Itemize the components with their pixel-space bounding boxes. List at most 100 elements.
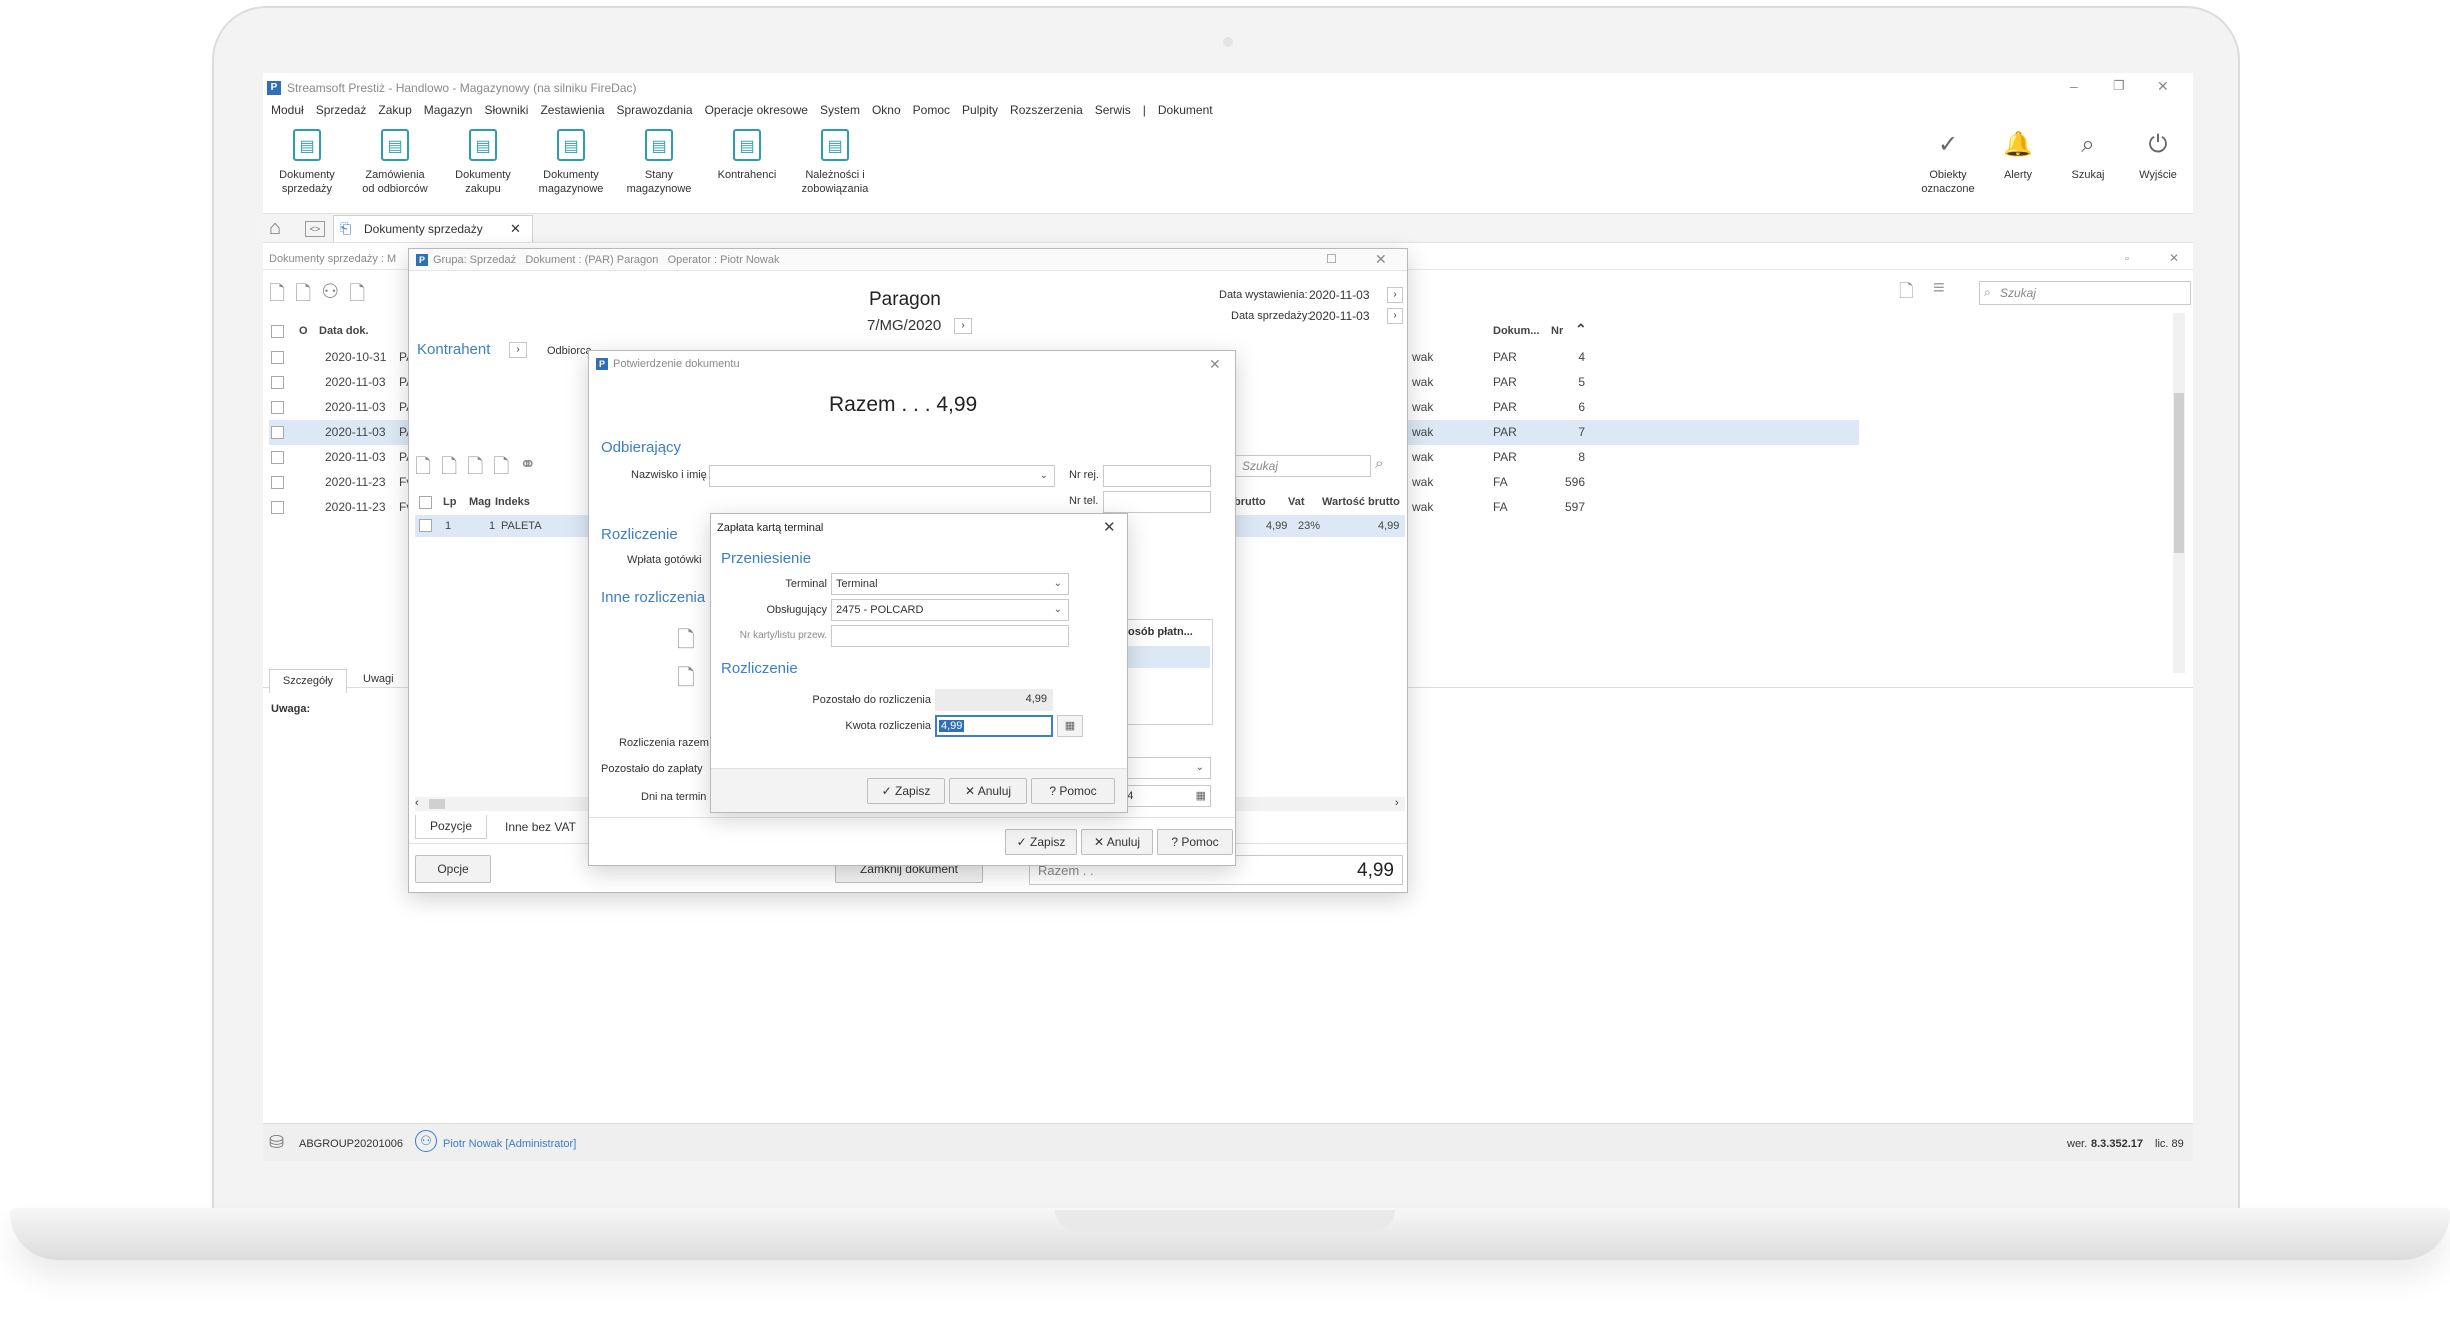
list-restore-icon[interactable]: ▫ [2125,253,2129,265]
list-close-icon[interactable]: ✕ [2169,251,2179,265]
ribbon-button[interactable]: ▤ Dokumenty sprzedaży [263,125,351,211]
nazwisko-select[interactable]: ⌄ [709,465,1055,487]
menu-item[interactable]: Zakup [378,103,411,117]
menu-item[interactable]: Operacje okresowe [705,103,808,117]
ribbon-button[interactable]: ⌕ Szukaj [2053,125,2123,211]
add-item-icon[interactable]: 🗋 [441,452,457,486]
sale-date-button[interactable]: › [1387,308,1403,324]
sort-up-icon[interactable]: ⌃ [1575,321,1587,338]
list-search-input[interactable]: ⌕ Szukaj [1979,281,2191,305]
col-o[interactable]: O [299,325,308,337]
menu-item[interactable]: Magazyn [424,103,473,117]
menu-item[interactable]: Serwis [1095,103,1131,117]
home-icon[interactable]: ⌂ [269,217,281,240]
handshake-icon[interactable]: ⚇ [321,279,339,313]
terminal-close-icon[interactable]: ✕ [1103,518,1116,536]
ribbon-button[interactable]: 🔔 Alerty [1983,125,2053,211]
row-checkbox[interactable] [271,476,284,489]
add-settlement-icon[interactable]: 🗋 [677,623,695,661]
confirm-cancel-button[interactable]: ✕ Anuluj [1081,829,1153,855]
preview-doc-icon[interactable]: 🗋 [415,452,431,486]
tab-pozycje[interactable]: Pozycje [415,815,487,839]
menu-item[interactable]: Słowniki [484,103,528,117]
menu-item[interactable]: Sprawozdania [617,103,693,117]
calendar-icon[interactable]: ▦ [1196,789,1206,802]
user-icon[interactable]: ⚇ [415,1130,437,1152]
tab-inne-bez-vat[interactable]: Inne bez VAT [505,820,576,834]
minimize-button[interactable]: – [2070,78,2078,94]
number-next-button[interactable]: › [954,318,972,334]
edit-doc-icon[interactable]: 🗋 [349,279,365,313]
ribbon-button[interactable]: ▤ Należności i zobowiązania [791,125,879,211]
kontrahent-link[interactable]: Kontrahent [417,341,490,358]
menu-lines-icon[interactable]: ≡ [1933,277,1945,300]
ribbon-button[interactable]: ▤ Stany magazynowe [615,125,703,211]
tab-notes[interactable]: Uwagi [363,673,394,685]
search-list-icon[interactable]: ⌕ [1375,455,1383,472]
list-scrollbar[interactable] [2173,313,2185,673]
item-checkbox[interactable] [419,519,432,532]
row-checkbox[interactable] [271,501,284,514]
kontrahent-button[interactable]: › [509,342,527,358]
terminal-cancel-button[interactable]: ✕ Anuluj [949,778,1027,804]
menu-item[interactable]: Pomoc [913,103,950,117]
status-user[interactable]: Piotr Nowak [Administrator] [443,1138,576,1150]
terminal-select[interactable]: Terminal ⌄ [831,573,1069,595]
list-scroll-thumb[interactable] [2174,393,2184,553]
menu-item[interactable]: Rozszerzenia [1010,103,1083,117]
scroll-right-icon[interactable]: › [1395,797,1399,809]
ribbon-button[interactable]: ▤ Dokumenty magazynowe [527,125,615,211]
tab-details[interactable]: Szczegóły [269,669,347,693]
hscroll-thumb[interactable] [429,799,445,809]
row-checkbox[interactable] [271,426,284,439]
col-nr[interactable]: Nr [1551,325,1563,337]
select-all-checkbox[interactable] [271,325,284,338]
row-checkbox[interactable] [271,451,284,464]
obslugujacy-select[interactable]: 2475 - POLCARD ⌄ [831,599,1069,621]
row-checkbox[interactable] [271,351,284,364]
col-doc[interactable]: Dokum... [1493,325,1539,337]
confirm-help-button[interactable]: ? Pomoc [1157,829,1233,855]
opcje-button[interactable]: Opcje [415,855,491,883]
menu-item[interactable]: Pulpity [962,103,998,117]
tab-sales-documents[interactable]: ⎗ Dokumenty sprzedaży ✕ [333,215,533,242]
nr-rej-input[interactable] [1103,465,1211,487]
close-tab-icon[interactable]: ✕ [510,221,521,237]
remove-settlement-icon[interactable]: 🗋 [677,661,695,699]
menu-item[interactable]: System [820,103,860,117]
binoculars-icon[interactable]: ⚭ [519,452,536,486]
code-icon[interactable]: <> [305,221,325,237]
col-mag[interactable]: Mag [469,496,491,508]
menu-item[interactable]: Moduł [271,103,304,117]
edit-item-icon[interactable]: 🗋 [467,452,483,486]
terminal-save-button[interactable]: ✓ Zapisz [867,778,945,804]
col-vat[interactable]: Vat [1288,496,1305,508]
kwota-rozliczenia-input[interactable]: 4,99 [935,715,1053,737]
nr-tel-input[interactable] [1103,491,1211,513]
ribbon-button[interactable]: ⏻ Wyjście [2123,125,2193,211]
ribbon-button[interactable]: ▤ Dokumenty zakupu [439,125,527,211]
paragon-search-input[interactable]: Szukaj [1231,455,1371,477]
delete-item-icon[interactable]: 🗋 [493,452,509,486]
confirm-close-icon[interactable]: ✕ [1209,356,1221,373]
add-doc-icon[interactable]: 🗋 [295,279,311,313]
menu-item[interactable]: Dokument [1158,103,1213,117]
col-date[interactable]: Data dok. [319,325,369,337]
ribbon-button[interactable]: ▤ Kontrahenci [703,125,791,211]
col-brutto[interactable]: brutto [1234,496,1266,508]
calculator-icon[interactable]: ▦ [1057,715,1083,737]
scroll-left-icon[interactable]: ‹ [415,797,419,809]
maximize-button[interactable]: ❐ [2113,78,2125,94]
menu-item[interactable]: Zestawienia [540,103,604,117]
paragon-maximize-icon[interactable]: ☐ [1326,252,1337,266]
ribbon-button[interactable]: ✓ Obiekty oznaczone [1913,125,1983,211]
close-app-button[interactable]: ✕ [2157,78,2169,95]
menu-item[interactable]: Okno [872,103,901,117]
col-wartosc[interactable]: Wartość brutto [1322,496,1400,508]
terminal-help-button[interactable]: ? Pomoc [1031,778,1115,804]
row-checkbox[interactable] [271,401,284,414]
col-lp[interactable]: Lp [443,496,456,508]
issue-date-button[interactable]: › [1387,287,1403,303]
menu-item[interactable]: Sprzedaż [316,103,367,117]
doc-filter-icon[interactable]: 🗋 [1899,279,1913,309]
